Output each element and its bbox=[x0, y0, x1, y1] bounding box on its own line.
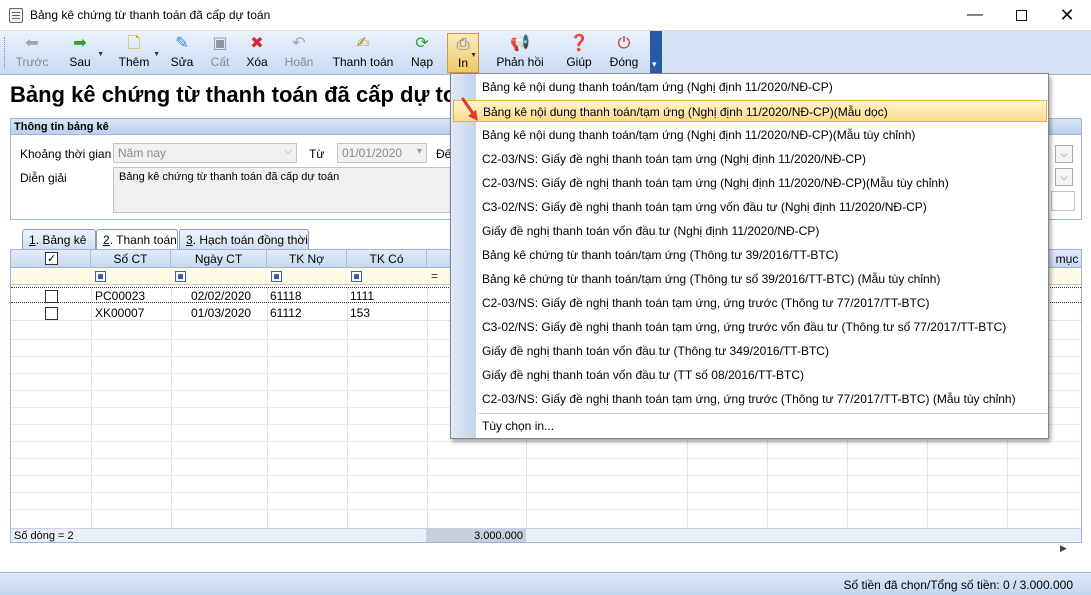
column-tk-no[interactable]: TK Nợ bbox=[267, 250, 347, 268]
column-muc[interactable]: mục bbox=[1051, 250, 1081, 268]
toolbar: ⬅ Trước ➡ Sau ▼ 🗋 Thêm ▼ ✎ Sửa ▣ Cất ✖ X… bbox=[0, 31, 1091, 75]
menu-item[interactable]: Bảng kê nội dung thanh toán/tạm ứng (Ngh… bbox=[479, 76, 1045, 98]
edit-icon: ✎ bbox=[175, 35, 189, 52]
menu-item[interactable]: C3-02/NS: Giấy đề nghị thanh toán tạm ứn… bbox=[479, 196, 1045, 218]
chevron-down-icon: ⌵ bbox=[284, 146, 292, 157]
row-checkbox[interactable] bbox=[45, 290, 58, 303]
undo-button[interactable]: ↶ Hoãn bbox=[282, 33, 316, 73]
tab-thanh-toan[interactable]: 2. Thanh toán bbox=[96, 229, 178, 251]
undo-icon: ↶ bbox=[292, 35, 306, 52]
minimize-button[interactable]: — bbox=[952, 0, 998, 31]
menu-item[interactable]: C2-03/NS: Giấy đề nghị thanh toán tạm ứn… bbox=[479, 148, 1045, 170]
menu-item[interactable]: Bảng kê nội dung thanh toán/tạm ứng (Ngh… bbox=[479, 124, 1045, 146]
menu-item[interactable]: Bảng kê chứng từ thanh toán/tạm ứng (Thô… bbox=[479, 244, 1045, 266]
window-title: Bảng kê chứng từ thanh toán đã cấp dự to… bbox=[30, 8, 271, 22]
menu-item[interactable]: Giấy đề nghị thanh toán vốn đầu tư (Thôn… bbox=[479, 340, 1045, 362]
from-date-field[interactable]: 01/01/2020 ▾ bbox=[337, 143, 427, 163]
app-icon bbox=[9, 8, 23, 23]
filter-icon[interactable] bbox=[175, 271, 186, 282]
chevron-down-icon[interactable]: ⌵ bbox=[1055, 168, 1073, 186]
filter-icon[interactable] bbox=[351, 271, 362, 282]
select-all-checkbox[interactable]: ✓ bbox=[45, 252, 58, 265]
chevron-down-icon[interactable]: ⌵ bbox=[1055, 145, 1073, 163]
delete-button[interactable]: ✖ Xóa bbox=[243, 33, 271, 73]
column-ngay-ct[interactable]: Ngày CT bbox=[171, 250, 267, 268]
grid-footer: Số dòng = 2 3.000.000 bbox=[11, 528, 1081, 542]
arrow-left-icon: ⬅ bbox=[25, 35, 39, 52]
toolbar-grip bbox=[4, 37, 7, 69]
menu-item[interactable]: C2-03/NS: Giấy đề nghị thanh toán tạm ứn… bbox=[479, 172, 1045, 194]
row-checkbox[interactable] bbox=[45, 307, 58, 320]
equals-filter-icon[interactable]: = bbox=[431, 269, 438, 283]
print-button[interactable]: ⎙ In ▼ bbox=[447, 33, 479, 73]
menu-item[interactable]: Bảng kê chứng từ thanh toán/tạm ứng (Thô… bbox=[479, 268, 1045, 290]
feedback-button[interactable]: 📢 Phản hồi bbox=[492, 33, 548, 73]
delete-icon: ✖ bbox=[250, 35, 264, 52]
to-label: Đế bbox=[436, 147, 451, 161]
pay-button[interactable]: ✍ Thanh toán bbox=[330, 33, 396, 73]
scroll-right-icon[interactable]: ▶ bbox=[1060, 543, 1067, 554]
menu-item[interactable]: Giấy đề nghị thanh toán vốn đầu tư (Nghị… bbox=[479, 220, 1045, 242]
toolbar-overflow-button[interactable] bbox=[650, 31, 662, 74]
arrow-right-icon: ➡ bbox=[73, 35, 87, 52]
save-button[interactable]: ▣ Cất bbox=[206, 33, 234, 73]
page-title: Bảng kê chứng từ thanh toán đã cấp dự to… bbox=[10, 82, 455, 107]
title-bar: Bảng kê chứng từ thanh toán đã cấp dự to… bbox=[0, 0, 1091, 31]
load-button[interactable]: ⟳ Nạp bbox=[408, 33, 436, 73]
tab-hach-toan[interactable]: 3. Hạch toán đồng thời bbox=[179, 229, 309, 250]
close-button[interactable]: ⏻ Đóng bbox=[606, 33, 642, 73]
toolbar-background bbox=[662, 31, 1091, 74]
menu-item[interactable]: C2-03/NS: Giấy đề nghị thanh toán tạm ứn… bbox=[479, 388, 1045, 410]
row-count: Số dòng = 2 bbox=[14, 530, 74, 542]
chevron-down-icon: ▾ bbox=[416, 146, 422, 157]
close-window-button[interactable]: ✕ bbox=[1044, 0, 1090, 31]
status-text: Số tiền đã chọn/Tổng số tiền: 0 / 3.000.… bbox=[843, 578, 1074, 592]
menu-item-highlighted[interactable]: Bảng kê nội dung thanh toán/tạm ứng (Ngh… bbox=[453, 100, 1047, 122]
menu-item[interactable]: Giấy đề nghị thanh toán vốn đầu tư (TT s… bbox=[479, 364, 1045, 386]
refresh-icon: ⟳ bbox=[415, 35, 429, 52]
status-bar: Số tiền đã chọn/Tổng số tiền: 0 / 3.000.… bbox=[0, 572, 1091, 595]
print-options-item[interactable]: Tùy chọn in... bbox=[479, 415, 1045, 437]
select-all-header: ✓ bbox=[11, 250, 91, 268]
desc-label: Diễn giải bbox=[20, 171, 67, 185]
filter-icon[interactable] bbox=[271, 271, 282, 282]
chevron-down-icon[interactable]: ▼ bbox=[97, 51, 104, 58]
menu-gutter bbox=[451, 74, 476, 438]
back-button[interactable]: ⬅ Trước bbox=[14, 33, 50, 73]
desc-field[interactable]: Bảng kê chứng từ thanh toán đã cấp dự to… bbox=[113, 167, 453, 213]
period-select[interactable]: Năm nay ⌵ bbox=[113, 143, 297, 163]
tab-bang-ke[interactable]: 1. Bảng kê bbox=[22, 229, 96, 250]
pointer-arrow-icon bbox=[461, 97, 478, 121]
help-icon: ❓ bbox=[569, 35, 589, 52]
menu-item[interactable]: C3-02/NS: Giấy đề nghị thanh toán tạm ứn… bbox=[479, 316, 1045, 338]
period-label: Khoảng thời gian bbox=[20, 147, 112, 161]
chevron-down-icon[interactable]: ▼ bbox=[153, 51, 160, 58]
menu-separator bbox=[479, 413, 1047, 414]
edit-button[interactable]: ✎ Sửa bbox=[168, 33, 196, 73]
megaphone-icon: 📢 bbox=[510, 35, 530, 52]
maximize-button[interactable] bbox=[998, 0, 1044, 31]
from-label: Từ bbox=[309, 147, 325, 161]
save-icon: ▣ bbox=[212, 35, 228, 52]
filter-icon[interactable] bbox=[95, 271, 106, 282]
power-icon: ⏻ bbox=[617, 35, 631, 52]
menu-item[interactable]: C2-03/NS: Giấy đề nghị thanh toán tạm ứn… bbox=[479, 292, 1045, 314]
footer-total: 3.000.000 bbox=[426, 529, 526, 542]
help-button[interactable]: ❓ Giúp bbox=[563, 33, 595, 73]
print-menu: Bảng kê nội dung thanh toán/tạm ứng (Ngh… bbox=[450, 73, 1049, 439]
column-so-ct[interactable]: Số CT bbox=[91, 250, 171, 268]
next-button[interactable]: ➡ Sau ▼ bbox=[64, 33, 104, 73]
add-document-icon: 🗋 bbox=[127, 35, 141, 52]
side-field[interactable] bbox=[1051, 191, 1075, 211]
pen-icon: ✍ bbox=[356, 35, 370, 52]
add-button[interactable]: 🗋 Thêm ▼ bbox=[116, 33, 160, 73]
column-tk-co[interactable]: TK Có bbox=[347, 250, 427, 268]
chevron-down-icon[interactable]: ▼ bbox=[470, 52, 477, 59]
